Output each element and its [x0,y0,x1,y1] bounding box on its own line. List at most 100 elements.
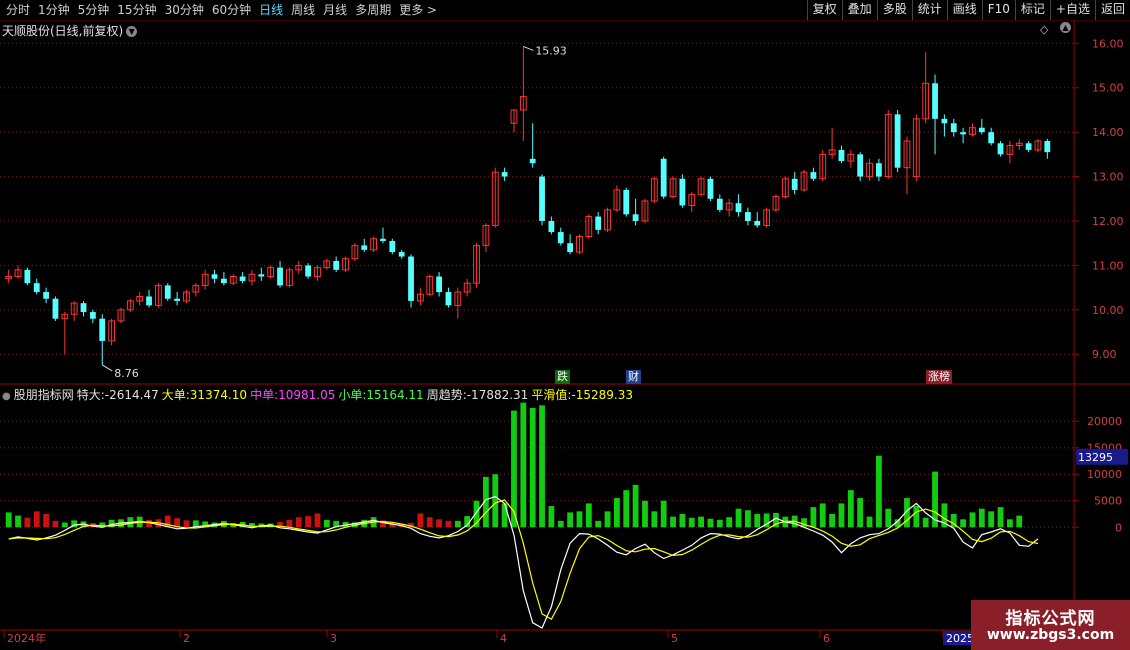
indicator-name: 股朋指标网 [13,388,74,402]
candle-body [735,203,742,213]
volume-bar [426,517,433,528]
tool-button-1[interactable]: 叠加 [841,0,877,20]
period-tab-6[interactable]: 日线 [255,2,287,18]
event-badge-0[interactable]: 跌 [555,370,570,384]
candle-body [436,276,443,293]
candle-body [501,172,508,177]
period-tab-4[interactable]: 30分钟 [161,2,208,18]
period-tab-5[interactable]: 60分钟 [208,2,255,18]
candle-body [408,256,414,301]
price-tick-label: 12.00 [1092,215,1124,228]
volume-bar [688,517,695,528]
candle-body [997,143,1004,155]
period-tab-3[interactable]: 15分钟 [113,2,160,18]
volume-bar [978,508,985,528]
candle-body [810,172,817,179]
stock-title[interactable]: 天顺股份(日线,前复权) ▼ [2,22,138,39]
volume-bar [988,511,995,528]
candle-body [80,303,87,313]
date-label: 2024年 [7,631,46,645]
volume-bar [417,513,424,528]
volume-bar [744,510,751,528]
volume-bar [52,520,59,528]
volume-bar [445,520,452,528]
candle-body [744,212,751,221]
tool-button-0[interactable]: 复权 [806,0,842,20]
tool-button-6[interactable]: 标记 [1014,0,1050,20]
current-value-label: 13295 [1078,451,1113,464]
candle-body [857,154,864,177]
candle-body [43,292,50,299]
candle-body [838,149,845,162]
volume-bar [576,511,583,528]
candle-body [89,312,96,319]
tool-button-7[interactable]: +自选 [1049,0,1095,20]
volume-bar [436,519,443,528]
candle-body [623,189,630,215]
volume-bar [314,513,321,528]
volume-bar [492,474,499,528]
volume-bar [604,511,611,528]
volume-bar [829,514,836,528]
tool-button-3[interactable]: 统计 [911,0,947,20]
candle-body [791,178,798,190]
period-tab-7[interactable]: 周线 [287,2,319,18]
candle-body [1025,143,1032,150]
period-tab-1[interactable]: 1分钟 [34,2,74,18]
volume-bar [857,498,864,528]
kline-chart[interactable]: 16.00 15.00 14.00 13.00 12.00 11.00 10.00 9.00 1… [0,20,1130,650]
date-label: 2025 [946,632,974,645]
date-label: 4 [500,632,507,645]
volume-bar [295,517,302,528]
volume-bar [15,515,21,528]
candle-body [361,245,368,250]
chevron-down-icon[interactable]: ▼ [126,26,138,37]
period-tab-9[interactable]: 多周期 [351,2,395,18]
low-marker-line [101,364,113,372]
period-tabs: 分时 1分钟 5分钟 15分钟 30分钟 60分钟 日线 周线 月线 多周期 更多 > [2,2,441,18]
volume-bar [885,508,892,528]
period-tab-0[interactable]: 分时 [2,2,34,18]
date-label: 5 [671,632,678,645]
tool-button-5[interactable]: F10 [981,0,1015,20]
indicator-header: ● 股朋指标网 特大:-2614.47 大单:31374.10 中单:10981.05 小… [2,386,636,403]
site-watermark: 指标公式网 www.zbgs3.com [971,600,1130,650]
price-tick-label: 10.00 [1092,304,1124,317]
watermark-title: 指标公式网 [1005,609,1096,629]
volume-bar [847,490,854,528]
candle-body [24,269,31,284]
volume-bar [754,514,761,528]
candle-body [211,274,218,279]
period-tab-10[interactable]: 更多 > [395,2,441,18]
period-tab-8[interactable]: 月线 [319,2,351,18]
volume-bar [866,516,873,528]
volume-bar [529,407,536,528]
volume-bar [567,512,574,528]
event-badge-1[interactable]: 财 [626,370,641,384]
tool-button-2[interactable]: 多股 [876,0,912,20]
volume-bar [520,402,527,528]
date-label: 2 [183,632,190,645]
candle-body [239,276,246,281]
period-tab-2[interactable]: 5分钟 [74,2,114,18]
diamond-icon[interactable]: ◇ [1040,23,1048,36]
volume-bar [623,490,630,528]
indicator-item-0: 特大:-2614.47 [76,388,159,402]
event-badge-2[interactable]: 涨榜 [926,370,952,384]
candle-body [305,265,312,277]
volume-bar [726,517,733,528]
candle-body [445,292,452,306]
volume-bar [651,511,658,528]
date-label: 6 [823,632,830,645]
tool-button-8[interactable]: 返回 [1094,0,1130,20]
volume-bar [810,507,817,528]
volume-bar [819,503,826,528]
indicator-dot-icon[interactable]: ● [2,391,11,402]
volume-bar [323,519,330,528]
candle-body [716,198,723,210]
top-toolbar: 分时 1分钟 5分钟 15分钟 30分钟 60分钟 日线 周线 月线 多周期 更多 > 复权 叠加 多股… [0,0,1130,21]
tool-button-4[interactable]: 画线 [946,0,982,20]
candle-body [754,220,761,226]
candle-body [258,274,265,277]
collapse-icon[interactable]: ▲ [1060,22,1071,33]
